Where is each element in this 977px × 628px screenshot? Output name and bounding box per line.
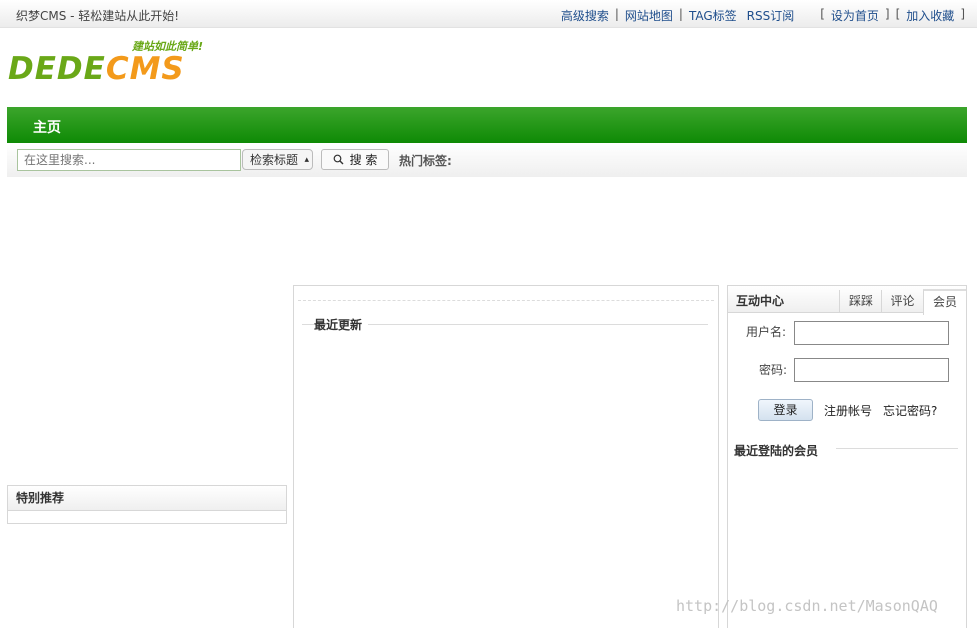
special-recommend-box: 特别推荐 xyxy=(7,485,287,524)
site-slogan: 织梦CMS - 轻松建站从此开始! xyxy=(16,9,180,23)
tab-cai[interactable]: 踩踩 xyxy=(839,290,882,312)
select-arrows-icon: ▴ xyxy=(304,155,309,165)
bracket: ] xyxy=(960,7,965,21)
search-type-value: 检索标题 xyxy=(250,153,299,167)
sitemap-link[interactable]: 网站地图 xyxy=(625,7,673,24)
recent-updates-panel: 最近更新 xyxy=(293,285,719,628)
set-homepage-link[interactable]: 设为首页 xyxy=(831,7,879,24)
password-field[interactable] xyxy=(794,358,949,382)
link-separator: | xyxy=(614,7,619,21)
dashed-divider xyxy=(298,300,714,301)
register-link[interactable]: 注册帐号 xyxy=(824,402,872,419)
logo-cms-text: CMS xyxy=(105,51,185,87)
special-recommend-title: 特别推荐 xyxy=(8,486,286,511)
search-bar: 检索标题 ▴ 搜 索 热门标签: xyxy=(7,143,967,177)
advanced-search-link[interactable]: 高级搜索 xyxy=(561,7,609,24)
search-input[interactable] xyxy=(17,149,241,171)
interaction-center-title: 互动中心 xyxy=(736,294,785,308)
password-label: 密码: xyxy=(759,363,788,377)
forgot-password-link[interactable]: 忘记密码? xyxy=(883,402,937,419)
rss-link[interactable]: RSS订阅 xyxy=(747,7,795,24)
logo-dede-text: DEDE xyxy=(8,51,106,87)
login-button[interactable]: 登录 xyxy=(758,399,813,421)
nav-item-home[interactable]: 主页 xyxy=(33,117,61,137)
tab-member[interactable]: 会员 xyxy=(923,289,966,315)
interaction-tabs: 互动中心 踩踩 评论 会员 xyxy=(728,286,966,315)
link-separator: | xyxy=(678,7,683,21)
bracket: [ xyxy=(820,7,825,21)
search-button-label: 搜 索 xyxy=(349,153,378,167)
interaction-center: 互动中心 踩踩 评论 会员 用户名: 密码: 登录 注册帐号 忘记密码? 最近登… xyxy=(727,285,967,628)
search-type-select[interactable]: 检索标题 ▴ xyxy=(242,149,313,170)
bracket: [ xyxy=(895,7,901,21)
top-bar: 织梦CMS - 轻松建站从此开始! 高级搜索 | 网站地图 | TAG标签 RS… xyxy=(0,0,977,28)
recent-updates-title: 最近更新 xyxy=(314,316,369,333)
add-favorite-link[interactable]: 加入收藏 xyxy=(906,7,954,24)
main-nav: 主页 xyxy=(7,107,967,143)
watermark: http://blog.csdn.net/MasonQAQ xyxy=(676,597,938,615)
bracket: ] xyxy=(884,7,890,21)
site-logo[interactable]: 建站如此简单! DEDECMS xyxy=(8,38,222,93)
recent-members-rule xyxy=(836,448,958,449)
tag-link[interactable]: TAG标签 xyxy=(689,7,737,24)
top-links: 高级搜索 | 网站地图 | TAG标签 RSS订阅 [ 设为首页 ] [ 加入收… xyxy=(561,7,965,24)
username-field[interactable] xyxy=(794,321,949,345)
username-label: 用户名: xyxy=(746,325,787,339)
search-icon xyxy=(333,154,344,165)
logo-wordmark: DEDECMS xyxy=(8,52,185,86)
tab-comment[interactable]: 评论 xyxy=(881,290,923,312)
recent-members-title: 最近登陆的会员 xyxy=(734,442,827,459)
hot-tags-label: 热门标签: xyxy=(399,154,452,168)
search-button[interactable]: 搜 索 xyxy=(321,149,389,170)
